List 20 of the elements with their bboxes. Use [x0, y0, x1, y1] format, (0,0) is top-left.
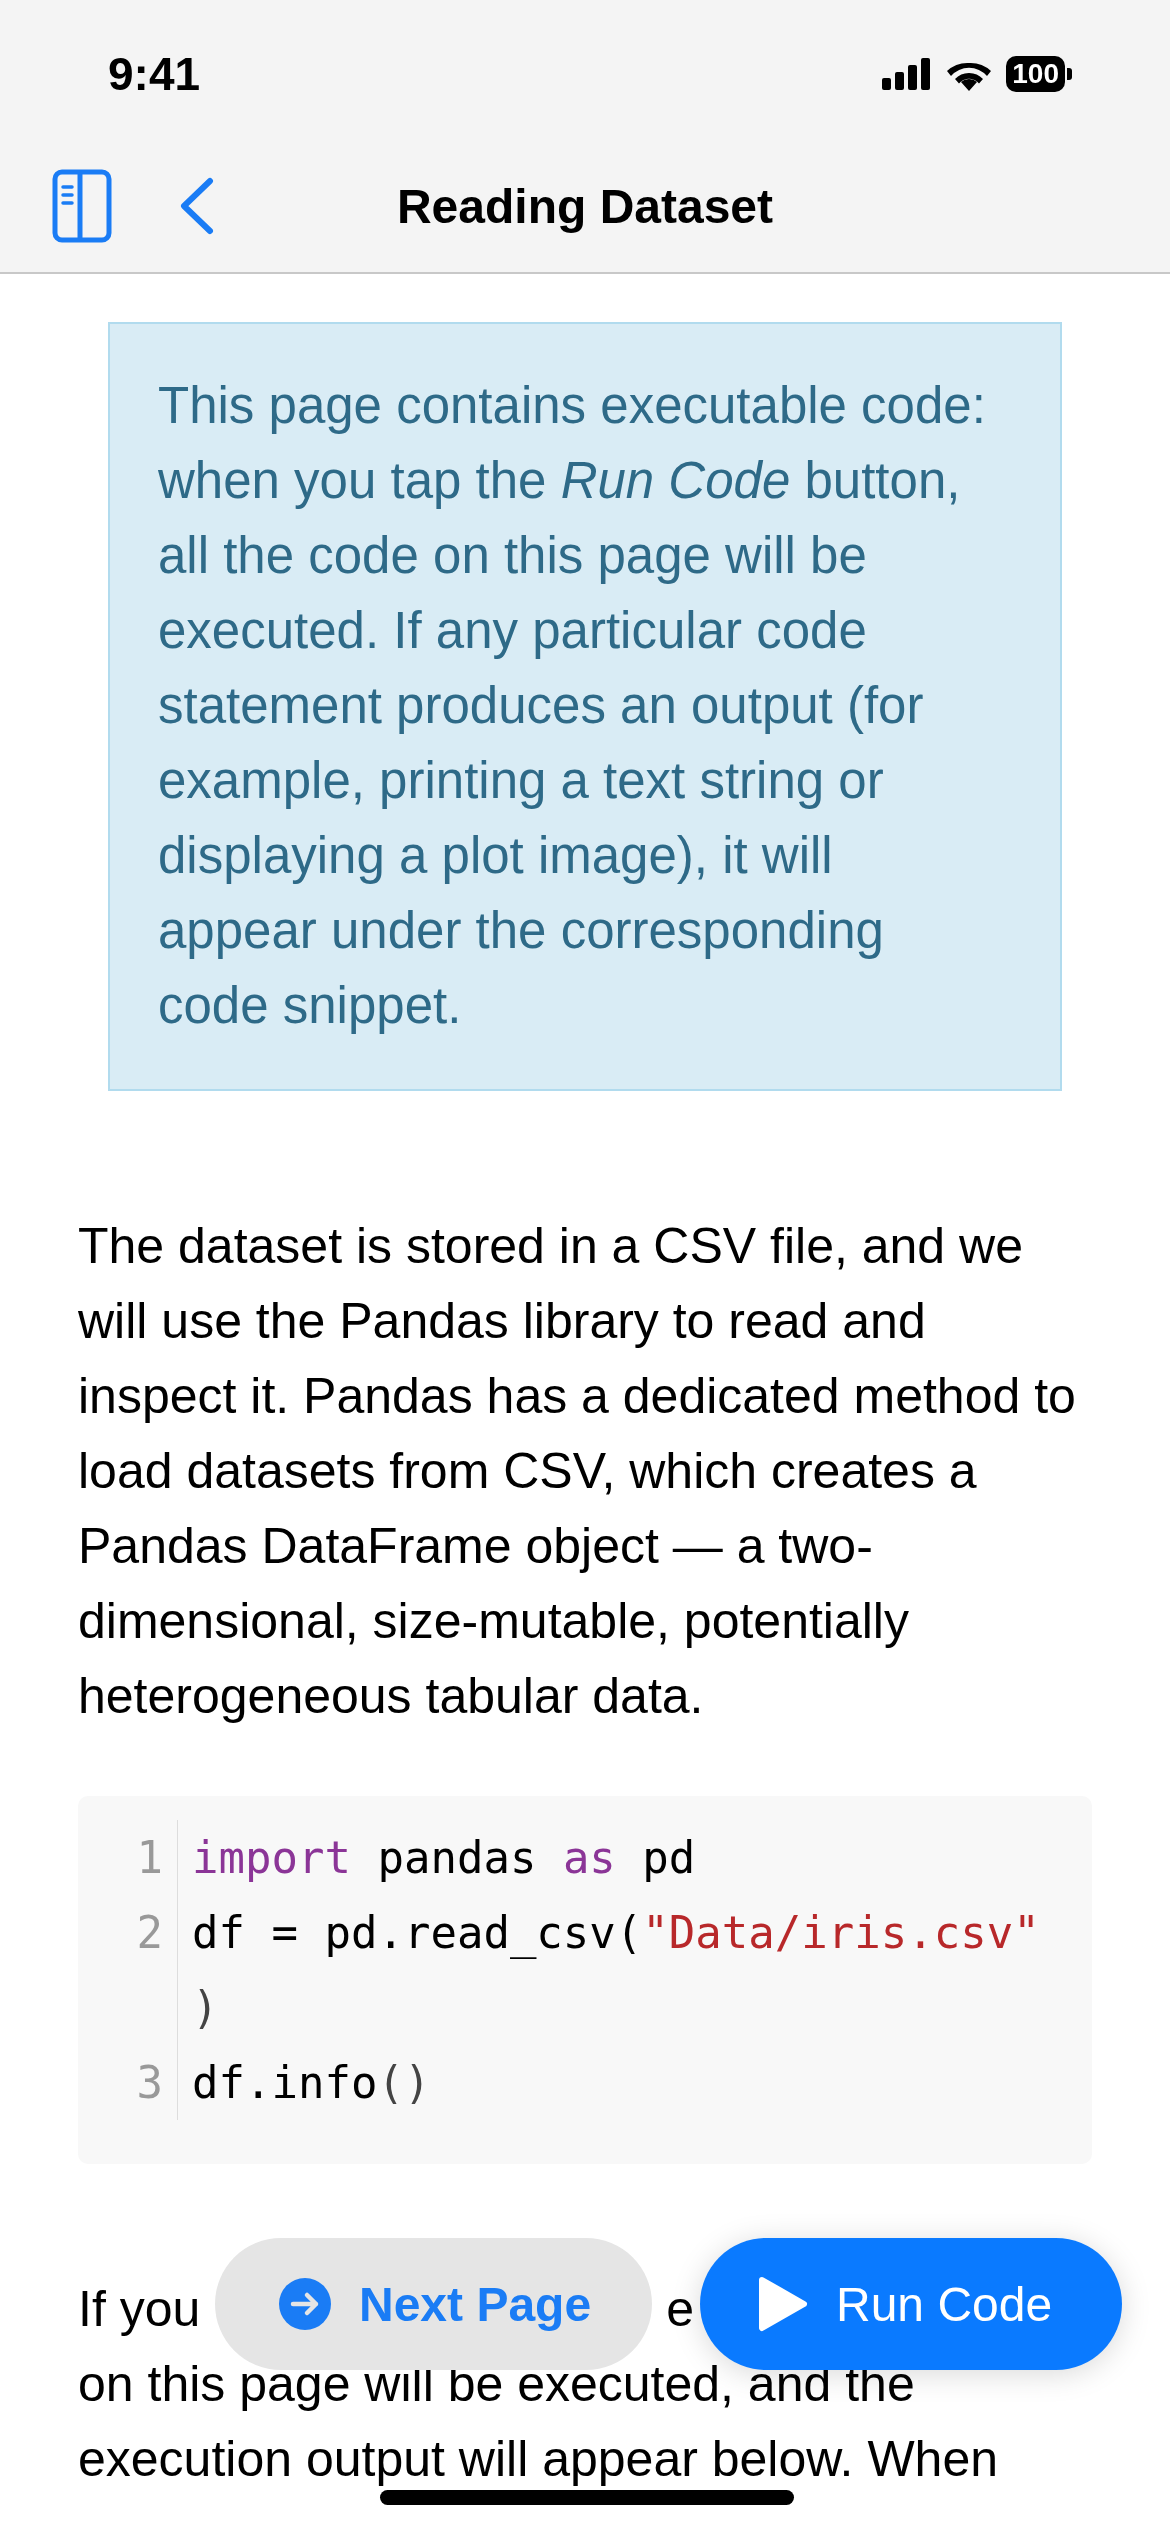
play-icon [758, 2276, 808, 2332]
line-number: 2 [78, 1895, 178, 1970]
code-line: df = pd.read_csv("Data/iris.csv" [191, 1906, 1040, 1961]
code-line: import pandas as pd [191, 1831, 696, 1885]
signal-icon [882, 58, 933, 90]
body-paragraph: The dataset is stored in a CSV file, and we will use the Pandas library to read and inspect it. Pandas has a dedicated method to load datasets from CSV, which creates a Pandas DataFrame object — a two-dimensional, size-mutable, potentially heterogeneous tabular data. [78, 1217, 1077, 1726]
arrow-right-icon [279, 2278, 331, 2330]
line-number: 1 [78, 1820, 178, 1895]
sidebar-icon[interactable] [52, 169, 112, 243]
line-number: 3 [78, 2045, 178, 2120]
info-text: This page contains executable code: when you tap the Run Code button, all the code on this page will be executed. If any particular code statement produces an output (for example, printing a text string or displaying a plot image), it will appear under the corresponding code snippet. [158, 377, 986, 1034]
next-page-button[interactable]: Next Page [215, 2238, 652, 2370]
paragraph-fragment: e [666, 2280, 695, 2339]
code-line: df.info() [191, 2056, 431, 2110]
page-title: Reading Dataset [396, 178, 774, 234]
back-icon[interactable] [178, 177, 214, 235]
code-line: ) [191, 1981, 219, 2035]
paragraph-line: execution output will appear below. When [78, 2430, 999, 2489]
status-time: 9:41 [108, 47, 201, 101]
paragraph-fragment: If you [78, 2280, 201, 2339]
